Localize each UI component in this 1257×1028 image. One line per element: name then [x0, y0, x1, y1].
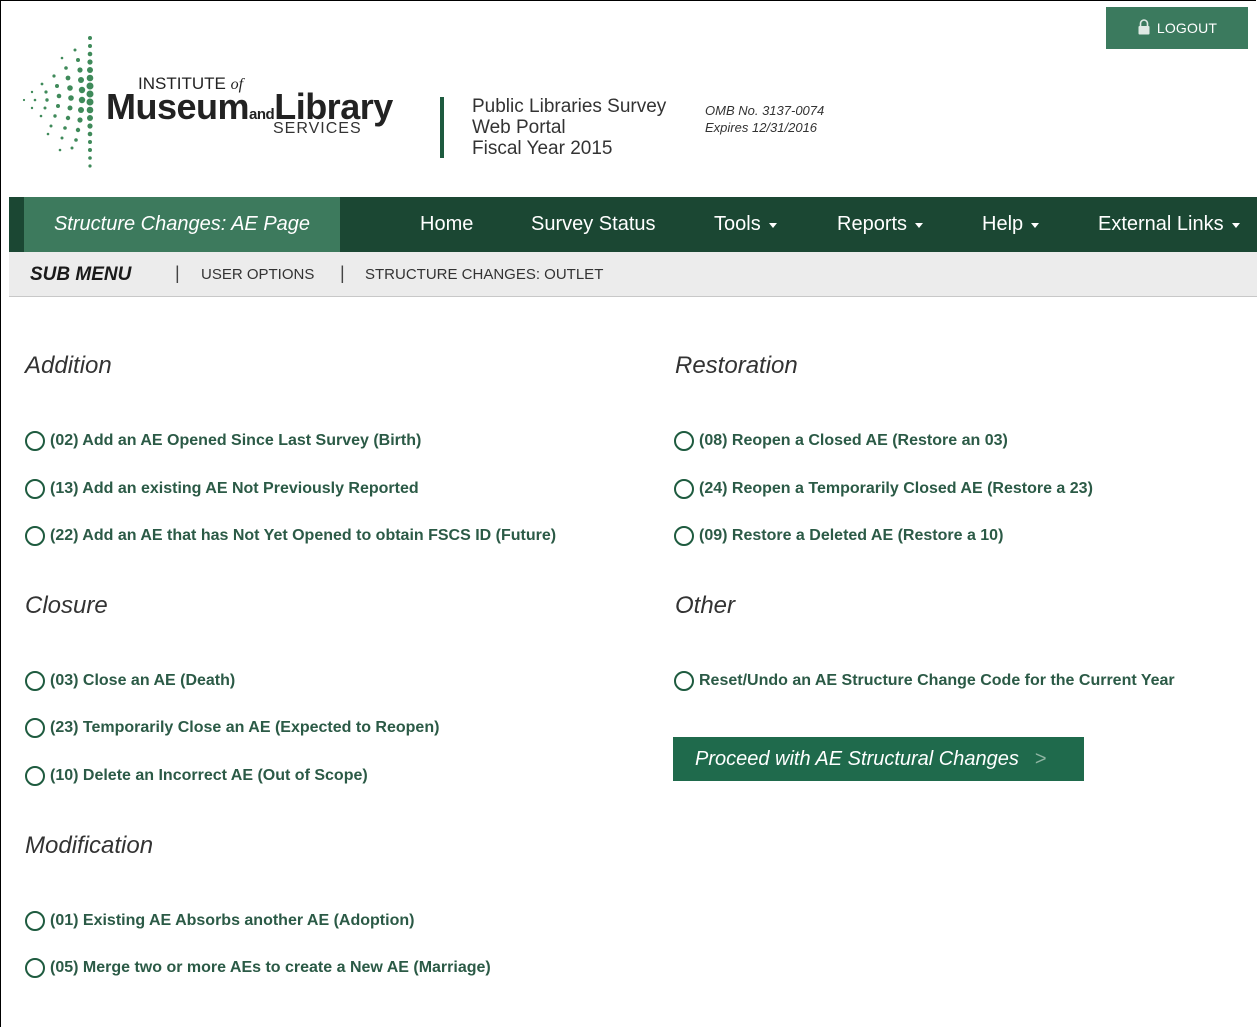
nav-home[interactable]: Home — [420, 197, 473, 252]
sub-menu-structure-changes-outlet[interactable]: STRUCTURE CHANGES: OUTLET — [365, 266, 603, 283]
radio-button[interactable] — [25, 479, 45, 499]
option-03-death[interactable]: (03) Close an AE (Death) — [25, 671, 235, 691]
nav-external-links[interactable]: External Links — [1098, 197, 1240, 252]
caret-down-icon — [1231, 223, 1240, 228]
section-title-closure: Closure — [25, 592, 108, 619]
proceed-button[interactable]: Proceed with AE Structural Changes > — [673, 737, 1084, 781]
portal-title: Public Libraries Survey Web Portal Fisca… — [472, 96, 667, 159]
option-01-adoption[interactable]: (01) Existing AE Absorbs another AE (Ado… — [25, 911, 414, 931]
imls-logo[interactable]: INSTITUTE of MuseumandLibrary SERVICES — [20, 30, 400, 175]
radio-button[interactable] — [25, 526, 45, 546]
sub-menu-separator: | — [175, 263, 180, 283]
radio-button[interactable] — [25, 911, 45, 931]
sub-menu-bar: SUB MENU | USER OPTIONS | STRUCTURE CHAN… — [9, 252, 1257, 297]
logout-button[interactable]: LOGOUT — [1106, 7, 1248, 49]
site-header: LOGOUT INSTITUTE of MuseumandLibrary SER… — [0, 0, 1257, 197]
sub-menu-title: SUB MENU — [30, 264, 132, 285]
section-title-other: Other — [675, 592, 736, 619]
section-title-modification: Modification — [25, 832, 154, 859]
radio-button[interactable] — [25, 431, 45, 451]
nav-help[interactable]: Help — [982, 197, 1040, 252]
nav-survey-status[interactable]: Survey Status — [531, 197, 656, 252]
header-divider — [440, 97, 444, 158]
option-09-restore-deleted[interactable]: (09) Restore a Deleted AE (Restore a 10) — [674, 526, 1003, 546]
logo-starburst-icon — [22, 36, 94, 168]
option-reset-undo[interactable]: Reset/Undo an AE Structure Change Code f… — [674, 671, 1175, 691]
section-title-addition: Addition — [25, 352, 112, 379]
option-05-marriage[interactable]: (05) Merge two or more AEs to create a N… — [25, 958, 491, 978]
nav-reports[interactable]: Reports — [837, 197, 924, 252]
caret-down-icon — [915, 223, 924, 228]
option-23-temporarily-close[interactable]: (23) Temporarily Close an AE (Expected t… — [25, 718, 439, 738]
lock-icon — [1137, 18, 1151, 38]
radio-button[interactable] — [674, 431, 694, 451]
nav-current-page[interactable]: Structure Changes: AE Page — [24, 197, 340, 252]
radio-button[interactable] — [25, 766, 45, 786]
option-13-not-previously-reported[interactable]: (13) Add an existing AE Not Previously R… — [25, 479, 419, 499]
option-10-delete[interactable]: (10) Delete an Incorrect AE (Out of Scop… — [25, 766, 368, 786]
option-24-reopen-temporarily-closed[interactable]: (24) Reopen a Temporarily Closed AE (Res… — [674, 479, 1093, 499]
logout-label: LOGOUT — [1156, 20, 1218, 36]
radio-button[interactable] — [25, 718, 45, 738]
option-22-future[interactable]: (22) Add an AE that has Not Yet Opened t… — [25, 526, 556, 546]
chevron-right-icon: > — [1034, 747, 1047, 770]
option-08-reopen[interactable]: (08) Reopen a Closed AE (Restore an 03) — [674, 431, 1008, 451]
main-nav: Structure Changes: AE Page Home Survey S… — [9, 197, 1257, 252]
omb-info: OMB No. 3137-0074 Expires 12/31/2016 — [705, 103, 825, 135]
radio-button[interactable] — [674, 479, 694, 499]
option-02-birth[interactable]: (02) Add an AE Opened Since Last Survey … — [25, 431, 421, 451]
logo-services-text: SERVICES — [273, 120, 362, 137]
nav-tools[interactable]: Tools — [714, 197, 777, 252]
radio-button[interactable] — [25, 671, 45, 691]
radio-button[interactable] — [25, 958, 45, 978]
sub-menu-user-options[interactable]: USER OPTIONS — [201, 266, 314, 283]
radio-button[interactable] — [674, 671, 694, 691]
caret-down-icon — [1031, 223, 1040, 228]
caret-down-icon — [768, 223, 777, 228]
sub-menu-separator: | — [340, 263, 345, 283]
radio-button[interactable] — [674, 526, 694, 546]
section-title-restoration: Restoration — [675, 352, 798, 379]
